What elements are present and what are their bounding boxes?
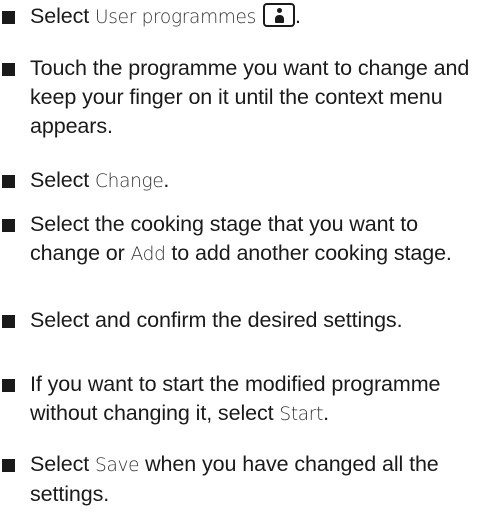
step-text: Touch the programme you want to change a… [30,56,470,138]
step-select-change: Select Change. [0,166,483,196]
step-save-settings: Select Save when you have changed all th… [0,450,483,509]
bullet-icon [2,63,15,76]
step-text: Select and confirm the desired set­tings… [30,308,403,332]
bullet-icon [2,219,15,232]
step-touch-programme: Touch the programme you want to change a… [0,54,483,141]
ui-term-start: Start [279,404,324,425]
instruction-list: Select User programmes. Touch the progra… [0,0,483,512]
step-text: Select the cooking stage that you want t… [30,212,452,265]
ui-term-change: Change [95,171,164,192]
ui-term-user-programmes: User programmes [95,7,256,28]
ui-term-save: Save [95,455,140,476]
step-text: Select Save when you have changed all th… [30,452,439,506]
bullet-icon [2,315,15,328]
step-text: If you want to start the modified pro­gr… [30,372,441,425]
step-start-modified-programme: If you want to start the modified pro­gr… [0,370,483,429]
bullet-icon [2,459,15,472]
step-confirm-settings: Select and confirm the desired set­tings… [0,306,483,335]
bullet-icon [2,175,15,188]
ui-term-add: Add [130,244,166,265]
bullet-icon [2,11,15,24]
step-text: Select Change. [30,168,170,192]
step-select-cooking-stage: Select the cooking stage that you want t… [0,210,483,269]
bullet-icon [2,379,15,392]
step-text: Select User programmes. [30,3,301,28]
step-select-user-programmes: Select User programmes. [0,2,483,32]
user-programmes-icon [262,3,295,27]
